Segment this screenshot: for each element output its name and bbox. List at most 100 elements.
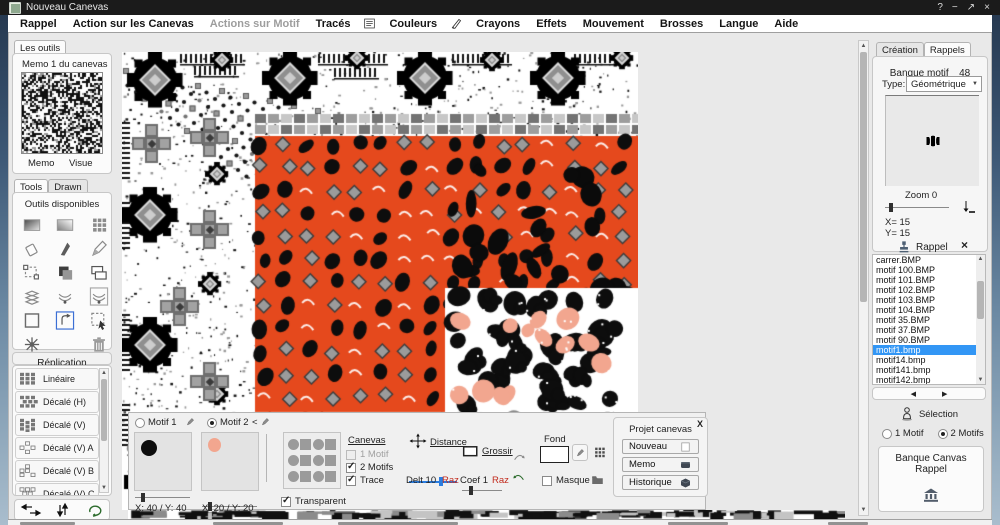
radio-2-motifs[interactable]: 2 Motifs (938, 428, 984, 439)
grid-tool[interactable] (88, 215, 110, 234)
maximize-button[interactable]: ↗ (967, 1, 975, 14)
transparent-checkbox[interactable]: Transparent (281, 496, 346, 507)
radio-motif-2[interactable]: Motif 2 (207, 417, 249, 428)
projet-memo-button[interactable]: Memo (622, 457, 699, 472)
redo-curl-icon[interactable] (511, 471, 527, 485)
file-list-scrollbar[interactable]: ▲ ▼ (976, 255, 985, 384)
replication-d-cal-v-b[interactable]: Décalé (V) B (15, 460, 99, 482)
menu-rappel[interactable]: Rappel (12, 18, 65, 30)
pencil-tool[interactable] (88, 239, 110, 258)
rectangles-tool[interactable] (88, 263, 110, 282)
scroll-down-icon[interactable]: ▼ (100, 484, 108, 492)
canevas-option-2-motifs[interactable]: 2 Motifs (346, 462, 393, 473)
rotate-selected-tool[interactable] (54, 311, 76, 330)
file-motif1-bmp[interactable]: motif1.bmp (873, 345, 985, 355)
canevas-option-trace[interactable]: Trace (346, 475, 393, 486)
menu-actions-sur-motif[interactable]: Actions sur Motif (202, 18, 308, 30)
replication-scrollbar[interactable]: ▲ ▼ (99, 368, 109, 493)
replication-d-cal-v[interactable]: Décalé (V) (15, 414, 99, 436)
motif2-preview[interactable] (201, 432, 259, 491)
tab-creation[interactable]: Création (876, 42, 924, 57)
replication-lin-aire[interactable]: Linéaire (15, 368, 99, 390)
pen-icon[interactable] (450, 17, 463, 30)
menu-crayons[interactable]: Crayons (468, 18, 528, 30)
gradient-corner-tool[interactable] (54, 215, 76, 234)
knife-tool[interactable] (54, 239, 76, 258)
next-file-icon[interactable]: ▶ (942, 390, 947, 398)
pencil-icon[interactable] (260, 415, 271, 428)
menu-effets[interactable]: Effets (528, 18, 575, 30)
menu-mouvement[interactable]: Mouvement (575, 18, 652, 30)
file-motif-35-bmp[interactable]: motif 35.BMP (873, 315, 985, 325)
fond-swatch[interactable] (540, 446, 569, 463)
file-motif141-bmp[interactable]: motif141.bmp (873, 365, 985, 375)
radio-1-motif[interactable]: 1 Motif (882, 428, 924, 439)
distance-raz-button[interactable]: Raz (442, 475, 459, 486)
replication-d-cal-v-c[interactable]: Décalé (V) C (15, 483, 99, 496)
masque-checkbox[interactable]: Masque (542, 475, 590, 486)
rotate-object-icon[interactable] (80, 502, 106, 518)
scroll-down-icon[interactable]: ▼ (976, 376, 985, 384)
canevas-option-1-motif[interactable]: 1 Motif (346, 449, 393, 460)
minimize-button[interactable]: − (952, 1, 958, 14)
file-motif-104-bmp[interactable]: motif 104.BMP (873, 305, 985, 315)
motif1-preview[interactable] (134, 432, 192, 491)
menu-action-sur-les-canevas[interactable]: Action sur les Canevas (65, 18, 202, 30)
menu-langue[interactable]: Langue (711, 18, 766, 30)
replication-d-cal-h[interactable]: Décalé (H) (15, 391, 99, 413)
grossir-raz-button[interactable]: Raz (492, 475, 509, 486)
pencil-icon[interactable] (185, 415, 196, 428)
file-motif-101-bmp[interactable]: motif 101.BMP (873, 275, 985, 285)
eraser-tool[interactable] (21, 239, 43, 258)
tab-rappels[interactable]: Rappels (924, 42, 971, 57)
radio-motif-1[interactable]: Motif 1 (135, 417, 177, 428)
list-icon[interactable] (363, 17, 376, 30)
replication-preview[interactable] (283, 432, 341, 489)
file-motif-102-bmp[interactable]: motif 102.BMP (873, 285, 985, 295)
memo-button[interactable]: Memo (28, 158, 54, 169)
motif1-size-slider[interactable] (135, 493, 190, 502)
file-motif14-bmp[interactable]: motif14.bmp (873, 355, 985, 365)
visue-button[interactable]: Visue (69, 158, 93, 169)
memo-thumbnail[interactable] (21, 72, 103, 154)
file-motif-100-bmp[interactable]: motif 100.BMP (873, 265, 985, 275)
folder-icon[interactable] (590, 473, 605, 486)
swap-vertical-icon[interactable] (49, 502, 75, 518)
menu-brosses[interactable]: Brosses (652, 18, 711, 30)
bank-icon[interactable] (922, 487, 940, 503)
fond-pen-button[interactable] (572, 444, 588, 461)
close-button[interactable]: × (984, 1, 990, 14)
gradient-tool[interactable] (21, 215, 43, 234)
scroll-up-icon[interactable]: ▲ (100, 369, 108, 377)
drop-line-icon[interactable] (961, 199, 977, 215)
projet-historique-button[interactable]: Historique (622, 475, 699, 490)
mirror-v-tool[interactable] (54, 287, 76, 306)
scroll-up-icon[interactable]: ▲ (859, 42, 868, 50)
select-move-tool[interactable] (88, 311, 110, 330)
motif-preview[interactable] (885, 95, 979, 186)
zoom-slider[interactable] (885, 203, 949, 212)
menu-couleurs[interactable]: Couleurs (381, 18, 445, 30)
rappel-button[interactable]: Rappel (897, 240, 948, 254)
file-motif-90-bmp[interactable]: motif 90.BMP (873, 335, 985, 345)
file-motif142-bmp[interactable]: motif142.bmp (873, 375, 985, 385)
projet-nouveau-button[interactable]: Nouveau (622, 439, 699, 454)
type-select[interactable]: Géométrique ▼ (906, 76, 982, 92)
menu-aide[interactable]: Aide (766, 18, 806, 30)
help-button[interactable]: ? (937, 1, 943, 14)
close-motif-icon[interactable]: × (961, 238, 968, 252)
mirror-v-boxed-tool[interactable] (88, 287, 110, 306)
undo-curl-icon[interactable] (511, 451, 527, 465)
file-carrer-bmp[interactable]: carrer.BMP (873, 255, 985, 265)
swap-horizontal-icon[interactable] (18, 502, 44, 518)
file-motif-37-bmp[interactable]: motif 37.BMP (873, 325, 985, 335)
prev-file-icon[interactable]: ◀ (911, 390, 916, 398)
scroll-up-icon[interactable]: ▲ (976, 255, 985, 263)
grid-icon[interactable] (593, 446, 607, 459)
menu-trac-s[interactable]: Tracés (308, 18, 359, 30)
replication-d-cal-v-a[interactable]: Décalé (V) A (15, 437, 99, 459)
layers-tool[interactable] (54, 263, 76, 282)
polygon-select-tool[interactable] (21, 263, 43, 282)
projet-close-icon[interactable]: X (697, 419, 703, 429)
grossir-slider[interactable] (462, 486, 502, 495)
